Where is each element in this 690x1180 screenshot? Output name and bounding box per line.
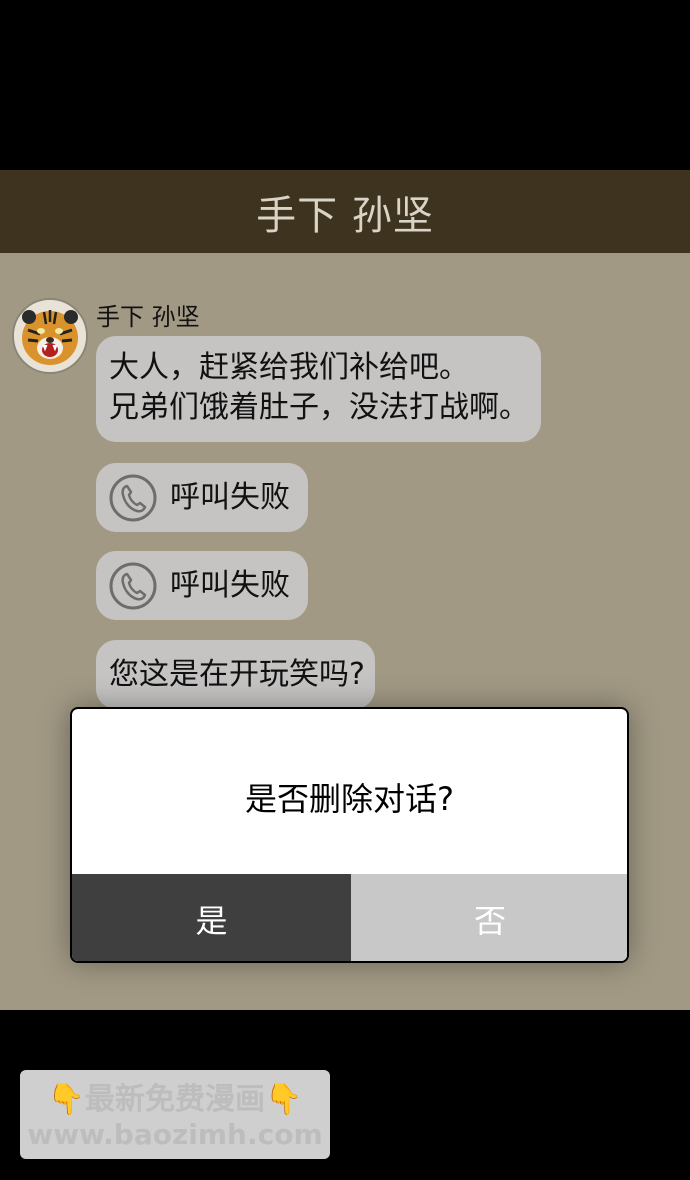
delete-conversation-dialog: 是否删除对话? 是 否 xyxy=(70,707,629,963)
message-text: 您这是在开玩笑吗? xyxy=(109,656,365,692)
call-status-text: 呼叫失败 xyxy=(170,479,290,515)
call-failed-bubble[interactable]: 呼叫失败 xyxy=(96,551,308,620)
watermark-title: 👇最新免费漫画👇 xyxy=(47,1082,303,1117)
chat-header: 手下 孙坚 xyxy=(0,170,690,253)
phone-icon xyxy=(109,474,157,521)
tiger-avatar-icon[interactable] xyxy=(12,298,88,374)
phone-icon xyxy=(109,562,157,609)
confirm-button[interactable]: 是 xyxy=(72,874,351,961)
watermark-banner[interactable]: 👇最新免费漫画👇 www.baozimh.com xyxy=(20,1070,330,1159)
cancel-button[interactable]: 否 xyxy=(351,874,627,961)
dialog-message: 是否删除对话? xyxy=(245,779,454,818)
call-failed-bubble[interactable]: 呼叫失败 xyxy=(96,463,308,532)
phone-screen: 手下 孙坚 手下 孙坚 大人，赶紧给我们补给吧。 兄弟们饿着肚子，没法打战啊。 xyxy=(0,0,690,1180)
message-bubble: 您这是在开玩笑吗? xyxy=(96,640,375,709)
call-status-text: 呼叫失败 xyxy=(170,567,290,603)
chat-title: 手下 孙坚 xyxy=(256,192,434,239)
message-text: 大人，赶紧给我们补给吧。 兄弟们饿着肚子，没法打战啊。 xyxy=(109,350,529,425)
message-bubble: 大人，赶紧给我们补给吧。 兄弟们饿着肚子，没法打战啊。 xyxy=(96,336,541,442)
sender-name: 手下 孙坚 xyxy=(96,303,200,331)
watermark-url: www.baozimh.com xyxy=(27,1118,323,1151)
